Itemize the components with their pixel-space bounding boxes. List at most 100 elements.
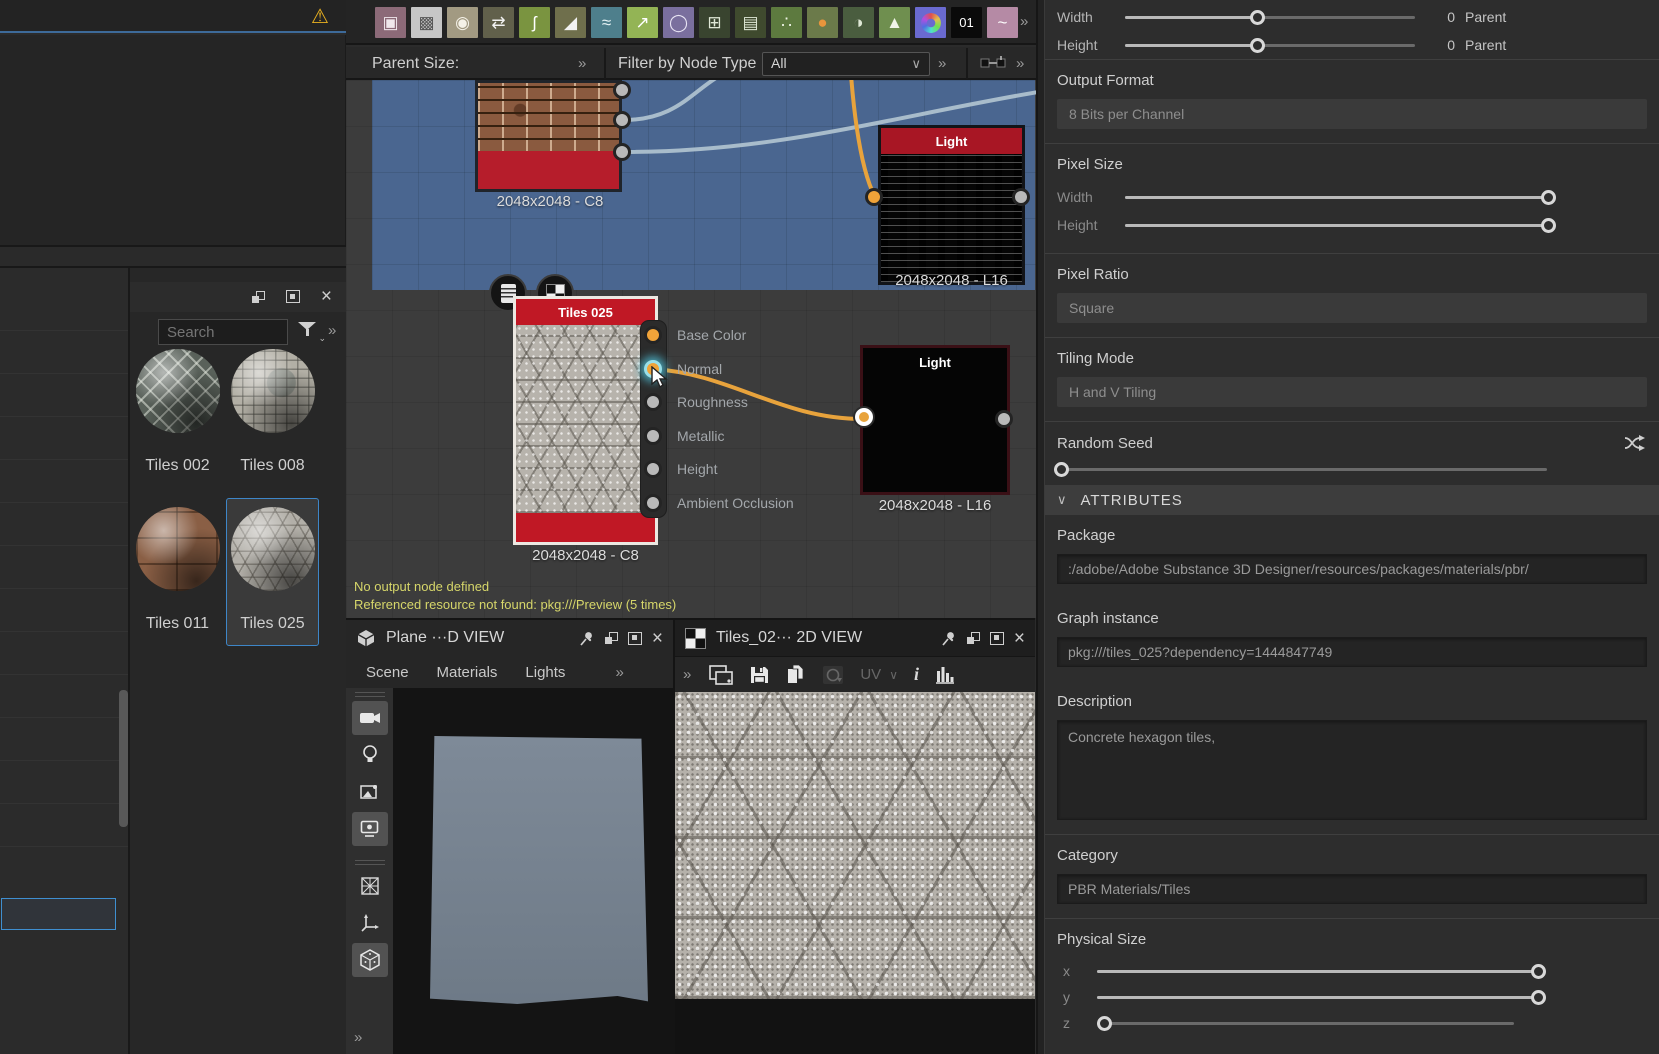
options-overflow-chevron[interactable]: » xyxy=(1016,55,1024,72)
library-overflow-chevron[interactable]: » xyxy=(328,322,336,339)
blend-icon[interactable]: ▩ xyxy=(411,7,442,38)
view2d-toolbar-overflow[interactable]: » xyxy=(683,666,691,683)
pin-ambient-occlusion[interactable] xyxy=(644,494,662,512)
restore-icon[interactable] xyxy=(252,291,265,303)
filter-funnel-icon[interactable]: ⌄ xyxy=(298,322,318,342)
environment-tool-button[interactable] xyxy=(352,775,388,809)
tab-lights[interactable]: Lights xyxy=(525,664,565,681)
explorer-row[interactable] xyxy=(0,416,128,459)
gradient-map-icon[interactable]: ▤ xyxy=(735,7,766,38)
explorer-row[interactable] xyxy=(0,330,128,373)
filter-node-type-select[interactable]: All ∨ xyxy=(762,52,930,76)
cube-view-button[interactable] xyxy=(352,943,388,977)
histogram-icon[interactable] xyxy=(935,665,955,684)
camera-tool-button[interactable] xyxy=(352,701,388,735)
description-field[interactable]: Concrete hexagon tiles, xyxy=(1057,720,1647,820)
blur-icon[interactable]: ◉ xyxy=(447,7,478,38)
tile-sampler-icon[interactable]: ⊞ xyxy=(699,7,730,38)
close-icon[interactable]: × xyxy=(652,632,663,645)
uniform-color-icon[interactable]: ▣ xyxy=(375,7,406,38)
explorer-row[interactable] xyxy=(0,846,128,889)
output-format-select[interactable]: 8 Bits per Channel xyxy=(1057,99,1647,129)
link-nodes-icon[interactable] xyxy=(980,54,1006,77)
tiles-025-node[interactable]: Tiles 025 xyxy=(513,296,658,545)
display-options-icon[interactable] xyxy=(709,665,733,685)
fullscreen-icon[interactable] xyxy=(628,632,642,645)
physical-z-slider[interactable] xyxy=(1097,1022,1514,1025)
restore-icon[interactable] xyxy=(967,632,980,644)
pin-light-input[interactable] xyxy=(865,188,883,206)
scatter-icon[interactable]: ∴ xyxy=(771,7,802,38)
pin-icon[interactable] xyxy=(940,630,957,647)
curve-icon[interactable]: ʃ xyxy=(519,7,550,38)
explorer-row[interactable] xyxy=(0,459,128,502)
pin-metallic[interactable] xyxy=(644,427,662,445)
spline-icon[interactable]: ~ xyxy=(987,7,1018,38)
physical-y-slider[interactable] xyxy=(1097,996,1539,999)
explorer-row[interactable] xyxy=(0,631,128,674)
panel-divider[interactable] xyxy=(1036,0,1045,1054)
random-seed-slider[interactable] xyxy=(1057,468,1547,471)
width-slider[interactable] xyxy=(1125,16,1415,19)
pin-output[interactable] xyxy=(613,111,631,129)
directional-warp-icon[interactable]: ⇄ xyxy=(483,7,514,38)
graph-instance-field[interactable]: pkg:///tiles_025?dependency=1444847749 xyxy=(1057,637,1647,667)
hsl-icon[interactable] xyxy=(915,7,946,38)
tab-scene[interactable]: Scene xyxy=(366,664,409,681)
light-tool-button[interactable] xyxy=(352,738,388,772)
copy-icon[interactable] xyxy=(786,664,806,685)
explorer-row[interactable] xyxy=(0,373,128,416)
tiling-mode-select[interactable]: H and V Tiling xyxy=(1057,377,1647,407)
bitmap-icon[interactable]: 01 xyxy=(951,7,982,38)
explorer-row[interactable] xyxy=(0,588,128,631)
height-slider[interactable] xyxy=(1125,44,1415,47)
directional-blur-icon[interactable]: ◢ xyxy=(555,7,586,38)
material-card-tiles-008[interactable]: Tiles 008 xyxy=(226,340,319,488)
shuffle-icon[interactable] xyxy=(1623,434,1647,452)
material-card-tiles-025[interactable]: Tiles 025 xyxy=(226,498,319,646)
warp-icon[interactable]: ≈ xyxy=(591,7,622,38)
package-field[interactable]: :/adobe/Adobe Substance 3D Designer/reso… xyxy=(1057,554,1647,584)
light-node-top[interactable]: Light xyxy=(878,125,1025,285)
close-icon[interactable]: × xyxy=(1014,632,1025,645)
explorer-row[interactable] xyxy=(0,545,128,588)
dot-node-icon[interactable]: ● xyxy=(807,7,838,38)
parent-size-overflow-chevron[interactable]: » xyxy=(578,55,586,72)
pixel-width-slider[interactable] xyxy=(1125,196,1549,199)
fullscreen-icon[interactable] xyxy=(990,632,1004,645)
explorer-row[interactable] xyxy=(0,674,128,717)
tabs-overflow-chevron[interactable]: » xyxy=(615,664,623,681)
node-toolbar-overflow-chevron[interactable]: » xyxy=(1020,13,1028,30)
light-node-bottom[interactable]: Light xyxy=(860,345,1010,495)
explorer-scrollbar[interactable] xyxy=(119,690,128,827)
close-icon[interactable]: × xyxy=(321,290,332,303)
pin-output[interactable] xyxy=(613,143,631,161)
toolbar-grip[interactable] xyxy=(355,692,385,697)
pixel-height-slider[interactable] xyxy=(1125,224,1549,227)
explorer-row[interactable] xyxy=(0,760,128,803)
explorer-row[interactable] xyxy=(0,803,128,846)
physical-x-slider[interactable] xyxy=(1097,970,1539,973)
normal-icon[interactable]: ◑ xyxy=(843,7,874,38)
pin-light-output[interactable] xyxy=(995,410,1013,428)
pin-light-input[interactable] xyxy=(855,408,873,426)
filter-overflow-chevron[interactable]: » xyxy=(938,55,946,72)
display-settings-button[interactable] xyxy=(352,812,388,846)
explorer-list[interactable] xyxy=(0,268,130,1054)
axes-toggle-button[interactable] xyxy=(352,906,388,940)
save-icon[interactable] xyxy=(749,665,770,685)
pin-base-color[interactable] xyxy=(644,326,662,344)
pin-light-output[interactable] xyxy=(1012,188,1030,206)
tab-materials[interactable]: Materials xyxy=(437,664,498,681)
restore-icon[interactable] xyxy=(605,632,618,644)
texture-2d-image[interactable] xyxy=(675,692,1035,999)
pixel-ratio-select[interactable]: Square xyxy=(1057,293,1647,323)
pin-output[interactable] xyxy=(613,81,631,99)
brick-material-node[interactable] xyxy=(475,80,622,192)
view3d-toolbar-overflow[interactable]: » xyxy=(354,1029,362,1046)
info-icon[interactable]: i xyxy=(914,664,919,685)
fullscreen-icon[interactable] xyxy=(286,290,300,303)
transformation-icon[interactable]: ↗ xyxy=(627,7,658,38)
material-card-tiles-011[interactable]: Tiles 011 xyxy=(131,498,224,646)
histogram-scan-icon[interactable]: ▲ xyxy=(879,7,910,38)
